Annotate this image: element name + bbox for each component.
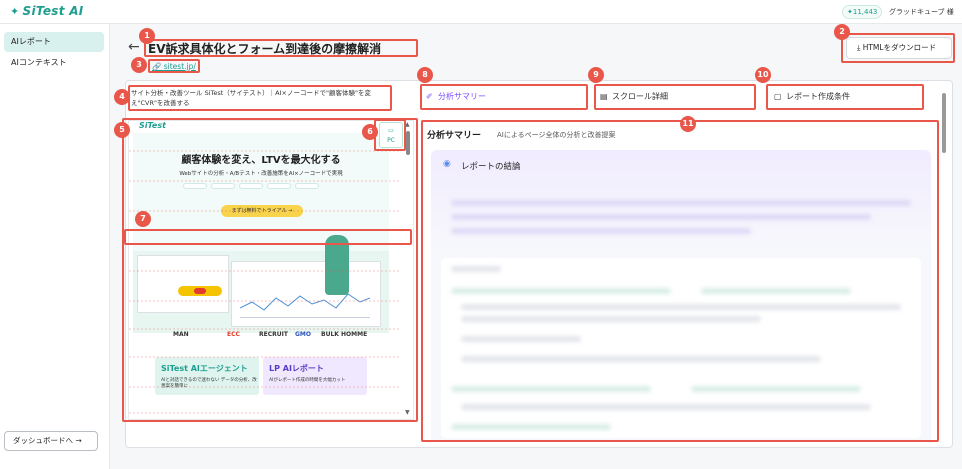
annotation-badge: 10 bbox=[755, 67, 771, 83]
back-arrow-icon[interactable]: ← bbox=[128, 39, 140, 55]
annotation-box bbox=[124, 229, 412, 245]
annotation-box bbox=[841, 33, 955, 63]
annotation-badge: 3 bbox=[131, 57, 147, 73]
account-name[interactable]: グラッドキューブ 様 bbox=[889, 7, 954, 17]
annotation-box bbox=[594, 84, 756, 110]
annotation-badge: 1 bbox=[139, 28, 155, 44]
points-badge: ✦11,443 bbox=[842, 5, 883, 19]
annotation-badge: 11 bbox=[680, 116, 696, 132]
points-value: 11,443 bbox=[852, 8, 878, 16]
sidebar: AIレポート AIコンテキスト ダッシュボードへ → bbox=[0, 24, 110, 469]
annotation-box bbox=[148, 59, 200, 73]
annotation-badge: 2 bbox=[834, 24, 850, 40]
annotation-badge: 6 bbox=[362, 124, 378, 140]
annotation-badge: 5 bbox=[114, 122, 130, 138]
annotation-box bbox=[421, 120, 939, 442]
top-bar: ✦ SiTest AI ✦11,443 グラッドキューブ 様 bbox=[0, 0, 962, 24]
annotation-badge: 7 bbox=[135, 211, 151, 227]
analysis-scroll-thumb[interactable] bbox=[942, 93, 946, 153]
dashboard-button[interactable]: ダッシュボードへ → bbox=[4, 431, 98, 451]
annotation-box bbox=[144, 39, 418, 57]
annotation-box bbox=[766, 84, 924, 110]
app-logo[interactable]: ✦ SiTest AI bbox=[10, 4, 84, 18]
sparkle-icon: ✦ bbox=[10, 5, 20, 18]
annotation-badge: 8 bbox=[417, 67, 433, 83]
analysis-scrollbar[interactable] bbox=[941, 93, 947, 443]
annotation-box bbox=[122, 118, 418, 422]
app-logo-text: SiTest AI bbox=[22, 4, 84, 18]
annotation-box bbox=[420, 84, 588, 110]
annotation-box bbox=[374, 119, 406, 151]
annotation-badge: 9 bbox=[588, 67, 604, 83]
annotation-box bbox=[128, 85, 392, 111]
annotation-badge: 4 bbox=[114, 89, 130, 105]
sidebar-item-ai-report[interactable]: AIレポート bbox=[4, 32, 104, 52]
sidebar-item-ai-context[interactable]: AIコンテキスト bbox=[4, 53, 104, 73]
